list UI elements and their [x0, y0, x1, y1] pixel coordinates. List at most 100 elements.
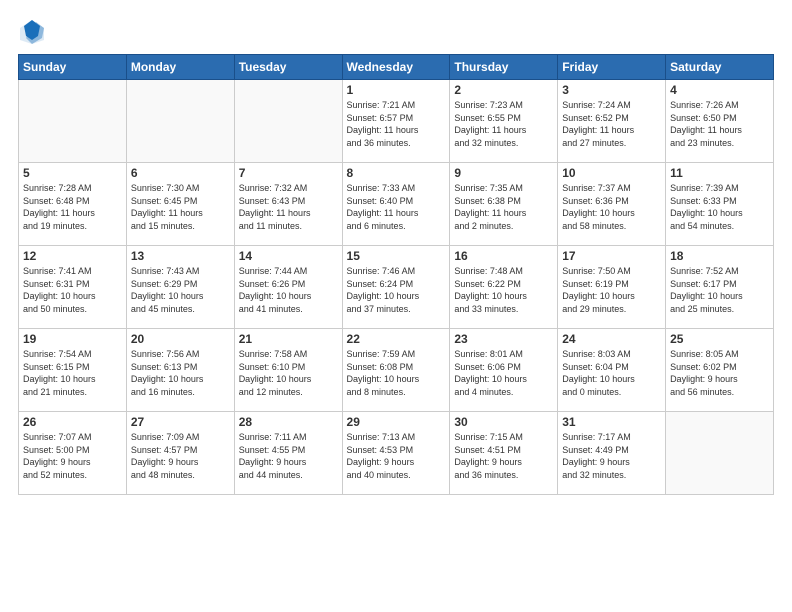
- day-info: Sunrise: 7:32 AM Sunset: 6:43 PM Dayligh…: [239, 182, 338, 232]
- calendar-cell: [234, 80, 342, 163]
- day-info: Sunrise: 8:05 AM Sunset: 6:02 PM Dayligh…: [670, 348, 769, 398]
- calendar-cell: 24 Sunrise: 8:03 AM Sunset: 6:04 PM Dayli…: [558, 329, 666, 412]
- calendar-cell: 14 Sunrise: 7:44 AM Sunset: 6:26 PM Dayli…: [234, 246, 342, 329]
- day-number: 11: [670, 166, 769, 180]
- weekday-header-saturday: Saturday: [666, 55, 774, 80]
- calendar-cell: 1 Sunrise: 7:21 AM Sunset: 6:57 PM Daylig…: [342, 80, 450, 163]
- day-info: Sunrise: 7:30 AM Sunset: 6:45 PM Dayligh…: [131, 182, 230, 232]
- day-number: 7: [239, 166, 338, 180]
- calendar-cell: [126, 80, 234, 163]
- calendar-week-2: 12Sunrise: 7:41 AM Sunset: 6:31 PM Dayli…: [19, 246, 774, 329]
- day-number: 26: [23, 415, 122, 429]
- calendar-cell: 19 Sunrise: 7:54 AM Sunset: 6:15 PM Dayli…: [19, 329, 127, 412]
- weekday-header-friday: Friday: [558, 55, 666, 80]
- day-info: Sunrise: 7:44 AM Sunset: 6:26 PM Dayligh…: [239, 265, 338, 315]
- day-number: 2: [454, 83, 553, 97]
- day-info: Sunrise: 7:21 AM Sunset: 6:57 PM Dayligh…: [347, 99, 446, 149]
- day-info: Sunrise: 7:50 AM Sunset: 6:19 PM Dayligh…: [562, 265, 661, 315]
- calendar-cell: 13 Sunrise: 7:43 AM Sunset: 6:29 PM Dayli…: [126, 246, 234, 329]
- day-number: 15: [347, 249, 446, 263]
- day-number: 1: [347, 83, 446, 97]
- day-number: 28: [239, 415, 338, 429]
- calendar-cell: 11Sunrise: 7:39 AM Sunset: 6:33 PM Dayli…: [666, 163, 774, 246]
- day-number: 20: [131, 332, 230, 346]
- day-info: Sunrise: 8:03 AM Sunset: 6:04 PM Dayligh…: [562, 348, 661, 398]
- calendar-cell: [19, 80, 127, 163]
- calendar-cell: 10 Sunrise: 7:37 AM Sunset: 6:36 PM Dayli…: [558, 163, 666, 246]
- logo: [18, 18, 50, 46]
- weekday-header-monday: Monday: [126, 55, 234, 80]
- day-info: Sunrise: 7:43 AM Sunset: 6:29 PM Dayligh…: [131, 265, 230, 315]
- day-number: 14: [239, 249, 338, 263]
- day-number: 6: [131, 166, 230, 180]
- day-info: Sunrise: 8:01 AM Sunset: 6:06 PM Dayligh…: [454, 348, 553, 398]
- calendar-cell: 8Sunrise: 7:33 AM Sunset: 6:40 PM Daylig…: [342, 163, 450, 246]
- calendar-week-4: 26 Sunrise: 7:07 AM Sunset: 5:00 PM Dayli…: [19, 412, 774, 495]
- day-number: 8: [347, 166, 446, 180]
- day-info: Sunrise: 7:15 AM Sunset: 4:51 PM Dayligh…: [454, 431, 553, 481]
- calendar-cell: 23 Sunrise: 8:01 AM Sunset: 6:06 PM Dayli…: [450, 329, 558, 412]
- calendar-cell: 7 Sunrise: 7:32 AM Sunset: 6:43 PM Daylig…: [234, 163, 342, 246]
- calendar-cell: 17 Sunrise: 7:50 AM Sunset: 6:19 PM Dayli…: [558, 246, 666, 329]
- day-info: Sunrise: 7:52 AM Sunset: 6:17 PM Dayligh…: [670, 265, 769, 315]
- weekday-header-thursday: Thursday: [450, 55, 558, 80]
- calendar-cell: 16Sunrise: 7:48 AM Sunset: 6:22 PM Dayli…: [450, 246, 558, 329]
- day-number: 25: [670, 332, 769, 346]
- calendar-cell: 2 Sunrise: 7:23 AM Sunset: 6:55 PM Daylig…: [450, 80, 558, 163]
- calendar-cell: 9Sunrise: 7:35 AM Sunset: 6:38 PM Daylig…: [450, 163, 558, 246]
- calendar-cell: 26 Sunrise: 7:07 AM Sunset: 5:00 PM Dayli…: [19, 412, 127, 495]
- day-number: 18: [670, 249, 769, 263]
- calendar-week-3: 19 Sunrise: 7:54 AM Sunset: 6:15 PM Dayli…: [19, 329, 774, 412]
- calendar-cell: 21 Sunrise: 7:58 AM Sunset: 6:10 PM Dayli…: [234, 329, 342, 412]
- weekday-header-row: SundayMondayTuesdayWednesdayThursdayFrid…: [19, 55, 774, 80]
- day-number: 30: [454, 415, 553, 429]
- calendar-cell: 22Sunrise: 7:59 AM Sunset: 6:08 PM Dayli…: [342, 329, 450, 412]
- day-info: Sunrise: 7:54 AM Sunset: 6:15 PM Dayligh…: [23, 348, 122, 398]
- day-info: Sunrise: 7:07 AM Sunset: 5:00 PM Dayligh…: [23, 431, 122, 481]
- day-info: Sunrise: 7:24 AM Sunset: 6:52 PM Dayligh…: [562, 99, 661, 149]
- page: SundayMondayTuesdayWednesdayThursdayFrid…: [0, 0, 792, 612]
- day-number: 3: [562, 83, 661, 97]
- day-info: Sunrise: 7:11 AM Sunset: 4:55 PM Dayligh…: [239, 431, 338, 481]
- day-number: 31: [562, 415, 661, 429]
- day-number: 13: [131, 249, 230, 263]
- day-number: 23: [454, 332, 553, 346]
- day-number: 21: [239, 332, 338, 346]
- day-number: 10: [562, 166, 661, 180]
- calendar-cell: 5Sunrise: 7:28 AM Sunset: 6:48 PM Daylig…: [19, 163, 127, 246]
- day-info: Sunrise: 7:26 AM Sunset: 6:50 PM Dayligh…: [670, 99, 769, 149]
- calendar-cell: 28 Sunrise: 7:11 AM Sunset: 4:55 PM Dayli…: [234, 412, 342, 495]
- calendar-cell: [666, 412, 774, 495]
- calendar-cell: 18 Sunrise: 7:52 AM Sunset: 6:17 PM Dayli…: [666, 246, 774, 329]
- day-number: 4: [670, 83, 769, 97]
- day-number: 24: [562, 332, 661, 346]
- weekday-header-tuesday: Tuesday: [234, 55, 342, 80]
- calendar-cell: 6 Sunrise: 7:30 AM Sunset: 6:45 PM Daylig…: [126, 163, 234, 246]
- day-info: Sunrise: 7:59 AM Sunset: 6:08 PM Dayligh…: [347, 348, 446, 398]
- day-info: Sunrise: 7:56 AM Sunset: 6:13 PM Dayligh…: [131, 348, 230, 398]
- day-info: Sunrise: 7:09 AM Sunset: 4:57 PM Dayligh…: [131, 431, 230, 481]
- day-info: Sunrise: 7:13 AM Sunset: 4:53 PM Dayligh…: [347, 431, 446, 481]
- calendar-cell: 20 Sunrise: 7:56 AM Sunset: 6:13 PM Dayli…: [126, 329, 234, 412]
- day-info: Sunrise: 7:28 AM Sunset: 6:48 PM Dayligh…: [23, 182, 122, 232]
- calendar-cell: 27Sunrise: 7:09 AM Sunset: 4:57 PM Dayli…: [126, 412, 234, 495]
- day-number: 12: [23, 249, 122, 263]
- calendar-week-0: 1 Sunrise: 7:21 AM Sunset: 6:57 PM Daylig…: [19, 80, 774, 163]
- day-info: Sunrise: 7:37 AM Sunset: 6:36 PM Dayligh…: [562, 182, 661, 232]
- header: [18, 18, 774, 46]
- calendar-week-1: 5Sunrise: 7:28 AM Sunset: 6:48 PM Daylig…: [19, 163, 774, 246]
- weekday-header-wednesday: Wednesday: [342, 55, 450, 80]
- calendar-cell: 12Sunrise: 7:41 AM Sunset: 6:31 PM Dayli…: [19, 246, 127, 329]
- weekday-header-sunday: Sunday: [19, 55, 127, 80]
- calendar-cell: 29 Sunrise: 7:13 AM Sunset: 4:53 PM Dayli…: [342, 412, 450, 495]
- calendar-table: SundayMondayTuesdayWednesdayThursdayFrid…: [18, 54, 774, 495]
- day-info: Sunrise: 7:17 AM Sunset: 4:49 PM Dayligh…: [562, 431, 661, 481]
- day-number: 19: [23, 332, 122, 346]
- day-info: Sunrise: 7:48 AM Sunset: 6:22 PM Dayligh…: [454, 265, 553, 315]
- day-info: Sunrise: 7:46 AM Sunset: 6:24 PM Dayligh…: [347, 265, 446, 315]
- day-number: 17: [562, 249, 661, 263]
- day-info: Sunrise: 7:58 AM Sunset: 6:10 PM Dayligh…: [239, 348, 338, 398]
- logo-icon: [18, 18, 46, 46]
- day-number: 29: [347, 415, 446, 429]
- day-info: Sunrise: 7:23 AM Sunset: 6:55 PM Dayligh…: [454, 99, 553, 149]
